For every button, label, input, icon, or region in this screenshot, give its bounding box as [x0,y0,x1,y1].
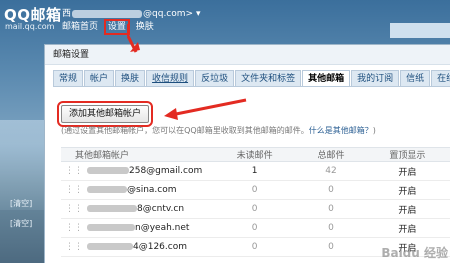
account-address[interactable]: @sina.com [127,185,177,195]
hint-text: (通过设置其他邮箱帐户，您可以在QQ邮箱里收取到其他邮箱的邮件。什么是其他邮箱？… [61,125,376,136]
blurred-text [87,167,129,174]
tab-divider [53,86,450,87]
tab-online[interactable]: 在线 [431,70,450,87]
blurred-text [87,224,135,231]
unread-count: 1 [211,161,299,181]
clear-link[interactable]: [清空] [10,218,32,229]
pin-status[interactable]: 开启 [363,161,450,181]
table-row[interactable]: ⋮⋮ @sina.com 0 0 开启 [61,180,450,200]
top-nav: 邮箱首页 设置 换肤 [62,19,160,35]
tab-antispam[interactable]: 反垃圾 [195,70,235,87]
other-mailbox-table: 其他邮箱帐户 未读邮件 总邮件 置顶显示 ⋮⋮ 258@gmail.com 1 4… [61,147,450,257]
panel-title: 邮箱设置 [45,45,450,65]
total-count: 0 [298,218,364,238]
account-address[interactable]: 8@cntv.cn [137,204,184,214]
watermark: Baidu 经验 [381,246,448,260]
user-account[interactable]: 西 @qq.com> ▾ [62,6,200,19]
table-row[interactable]: ⋮⋮ 258@gmail.com 1 42 开启 [61,161,450,181]
col-total: 总邮件 [298,147,364,162]
table-row[interactable]: ⋮⋮ n@yeah.net 0 0 开启 [61,218,450,238]
blurred-text [87,205,137,212]
unread-count: 0 [211,180,299,200]
drag-handle-icon[interactable]: ⋮⋮ [65,242,83,252]
blurred-text [87,186,127,193]
tab-stationery[interactable]: 信纸 [400,70,431,87]
hint-prefix: (通过设置其他邮箱帐户，您可以在QQ邮箱里收取到其他邮箱的邮件。 [61,126,309,135]
pin-status[interactable]: 开启 [363,218,450,238]
table-row[interactable]: ⋮⋮ 8@cntv.cn 0 0 开启 [61,199,450,219]
tab-receive-rules[interactable]: 收信规则 [146,70,195,87]
pin-status[interactable]: 开启 [363,199,450,219]
tab-subscriptions[interactable]: 我的订阅 [351,70,400,87]
unread-count: 0 [211,199,299,219]
tab-skin[interactable]: 换肤 [115,70,146,87]
col-unread: 未读邮件 [211,147,299,162]
nav-skin[interactable]: 换肤 [136,22,154,32]
top-right-strip [390,23,450,38]
tab-folders-labels[interactable]: 文件夹和标签 [235,70,302,87]
table-header: 其他邮箱帐户 未读邮件 总邮件 置顶显示 [61,147,450,162]
what-is-other-mailbox-link[interactable]: 什么是其他邮箱？ [309,126,373,135]
account-address[interactable]: 4@126.com [133,242,187,252]
drag-handle-icon[interactable]: ⋮⋮ [65,166,83,176]
drag-handle-icon[interactable]: ⋮⋮ [65,204,83,214]
unread-count: 0 [211,218,299,238]
logo-url: mail.qq.com [5,22,55,31]
pin-status[interactable]: 开启 [363,180,450,200]
total-count: 0 [298,237,364,257]
nav-settings[interactable]: 设置 [103,19,130,35]
col-pin: 置顶显示 [363,147,450,162]
tab-general[interactable]: 常规 [53,70,84,87]
col-account: 其他邮箱帐户 [61,147,211,162]
drag-handle-icon[interactable]: ⋮⋮ [65,223,83,233]
total-count: 42 [298,161,364,181]
settings-panel: 邮箱设置 常规 帐户 换肤 收信规则 反垃圾 文件夹和标签 其他邮箱 我的订阅 … [44,44,450,263]
account-cell: ⋮⋮ 258@gmail.com [61,161,211,181]
user-name: 西 [62,9,72,19]
total-count: 0 [298,199,364,219]
chevron-down-icon[interactable]: ▾ [193,9,201,19]
drag-handle-icon[interactable]: ⋮⋮ [65,185,83,195]
add-other-mailbox-button[interactable]: 添加其他邮箱帐户 [56,101,154,127]
account-cell: ⋮⋮ n@yeah.net [61,218,211,238]
blurred-text [87,243,133,250]
user-blurred [72,9,143,18]
top-bar: QQ邮箱 mail.qq.com 西 @qq.com> ▾ 邮箱首页 设置 换肤 [0,0,450,44]
settings-tabs: 常规 帐户 换肤 收信规则 反垃圾 文件夹和标签 其他邮箱 我的订阅 信纸 在线 [53,70,450,87]
user-email-domain: @qq.com> [143,9,194,19]
total-count: 0 [298,180,364,200]
tab-account[interactable]: 帐户 [84,70,115,87]
account-address[interactable]: 258@gmail.com [129,166,202,176]
account-cell: ⋮⋮ 8@cntv.cn [61,199,211,219]
unread-count: 0 [211,237,299,257]
clear-link[interactable]: [清空] [10,198,32,209]
hint-suffix: ) [372,126,376,135]
account-cell: ⋮⋮ @sina.com [61,180,211,200]
nav-mail-home[interactable]: 邮箱首页 [62,22,98,32]
account-cell: ⋮⋮ 4@126.com [61,237,211,257]
account-address[interactable]: n@yeah.net [135,223,189,233]
tab-other-mailbox[interactable]: 其他邮箱 [302,70,351,87]
